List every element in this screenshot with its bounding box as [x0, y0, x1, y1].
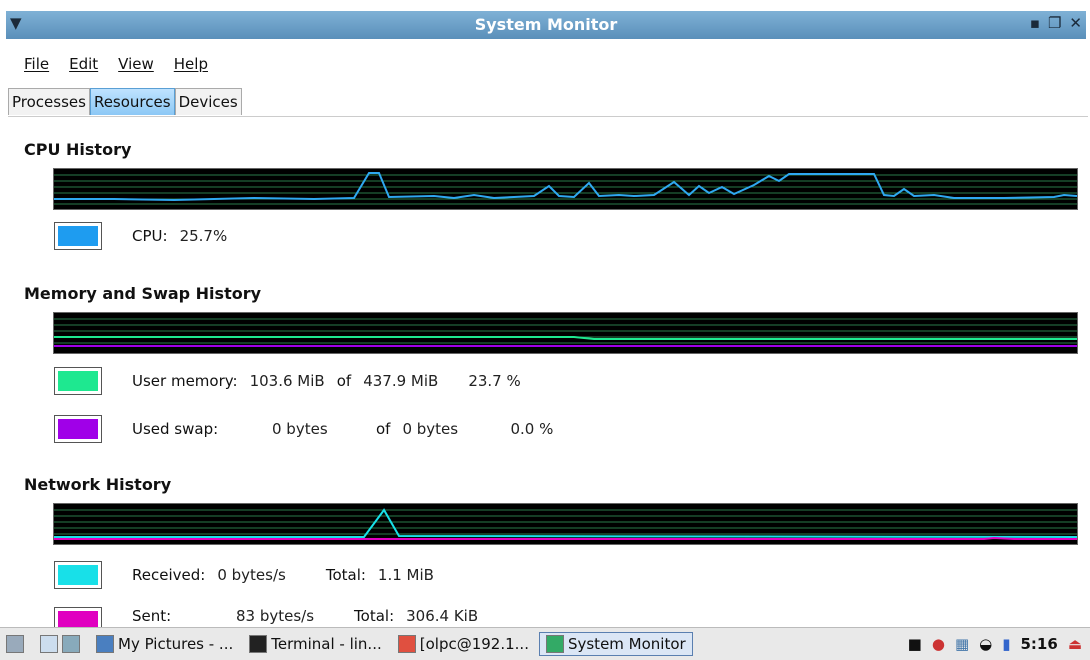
sent-rate: 83 bytes/s — [236, 607, 315, 625]
taskbar-item-pictures[interactable]: My Pictures - ... — [90, 633, 239, 655]
sent-label: Sent: — [132, 607, 172, 625]
menubar: File Edit View Help — [24, 55, 208, 73]
user-memory-percent: 23.7 % — [468, 372, 521, 390]
cpu-history-title: CPU History — [24, 140, 132, 159]
system-monitor-icon — [545, 635, 564, 653]
record-icon[interactable]: ● — [932, 635, 945, 653]
swap-of: of — [376, 420, 391, 438]
window-title: System Monitor — [474, 15, 618, 34]
received-total-label: Total: — [325, 566, 366, 584]
taskbar-item-label: [olpc@192.1... — [419, 635, 529, 653]
tab-resources[interactable]: Resources — [89, 88, 175, 115]
taskbar-item-ssh[interactable]: [olpc@192.1... — [392, 633, 535, 655]
swap-used: 0 bytes — [272, 420, 328, 438]
terminal-icon — [249, 635, 268, 653]
taskbar: My Pictures - ... Terminal - lin... [olp… — [0, 627, 1090, 660]
swap-percent: 0.0 % — [510, 420, 554, 438]
system-tray: ■ ● ▦ ◒ ▮ 5:16 ⏏ — [908, 635, 1090, 653]
show-desktop-button[interactable] — [0, 633, 30, 655]
received-legend: Received: 0 bytes/s Total: 1.1 MiB — [54, 561, 434, 589]
user-memory-color-swatch[interactable] — [54, 367, 102, 395]
ftp-icon — [397, 635, 416, 653]
user-memory-used: 103.6 MiB — [249, 372, 325, 390]
taskbar-item-label: System Monitor — [567, 635, 686, 653]
received-line — [54, 508, 1077, 538]
network-icon[interactable]: ▦ — [955, 635, 969, 653]
cpu-color-swatch[interactable] — [54, 222, 102, 250]
minimize-icon[interactable]: ▪ — [1030, 14, 1040, 32]
taskbar-item-label: Terminal - lin... — [271, 635, 382, 653]
menu-file[interactable]: File — [24, 55, 49, 73]
tab-processes[interactable]: Processes — [8, 88, 90, 115]
swap-color-swatch[interactable] — [54, 415, 102, 443]
launcher-button[interactable] — [34, 633, 86, 655]
user-memory-total: 437.9 MiB — [363, 372, 439, 390]
swap-total: 0 bytes — [402, 420, 459, 438]
network-graph — [53, 503, 1078, 545]
logout-icon[interactable]: ⏏ — [1068, 635, 1082, 653]
sent-total-label: Total: — [354, 607, 395, 625]
taskbar-item-terminal[interactable]: Terminal - lin... — [243, 633, 388, 655]
tray-icon[interactable]: ■ — [908, 635, 922, 653]
battery-icon[interactable]: ▮ — [1002, 635, 1010, 653]
sent-legend: Sent: 83 bytes/s Total: 306.4 KiB — [54, 607, 478, 627]
memory-graph — [53, 312, 1078, 354]
received-color-swatch[interactable] — [54, 561, 102, 589]
file-manager-icon — [62, 635, 80, 653]
clock[interactable]: 5:16 — [1021, 635, 1058, 653]
sent-line — [54, 536, 1077, 540]
taskbar-item-label: My Pictures - ... — [118, 635, 234, 653]
network-history-title: Network History — [24, 475, 172, 494]
cpu-legend: CPU: 25.7% — [54, 222, 227, 250]
desktop-icon — [6, 635, 24, 653]
sent-color-swatch[interactable] — [54, 607, 102, 627]
received-total: 1.1 MiB — [377, 566, 434, 584]
swap-label: Used swap: — [132, 420, 219, 438]
folder-icon — [96, 635, 114, 653]
received-rate: 0 bytes/s — [217, 566, 286, 584]
tab-divider — [8, 116, 1088, 117]
menu-view[interactable]: View — [118, 55, 154, 73]
taskbar-item-system-monitor[interactable]: System Monitor — [538, 632, 693, 656]
user-memory-label: User memory: — [132, 372, 238, 390]
window-titlebar[interactable]: ▼ System Monitor ▪ ❐ ✕ — [6, 11, 1086, 39]
close-icon[interactable]: ✕ — [1069, 14, 1082, 32]
user-memory-of: of — [336, 372, 352, 390]
tab-bar: Processes Resources Devices — [8, 88, 242, 115]
user-memory-legend: User memory: 103.6 MiB of 437.9 MiB 23.7… — [54, 367, 521, 395]
menu-edit[interactable]: Edit — [69, 55, 98, 73]
wifi-icon[interactable]: ◒ — [979, 635, 992, 653]
sent-total: 306.4 KiB — [406, 607, 479, 625]
swap-legend: Used swap: 0 bytes of 0 bytes 0.0 % — [54, 415, 553, 443]
menu-help[interactable]: Help — [174, 55, 208, 73]
received-label: Received: — [132, 566, 206, 584]
cpu-value: 25.7% — [179, 227, 228, 245]
tab-devices[interactable]: Devices — [174, 88, 242, 115]
window-list-icon — [40, 635, 58, 653]
memory-history-title: Memory and Swap History — [24, 284, 262, 303]
cpu-graph — [53, 168, 1078, 210]
cpu-label: CPU: — [132, 227, 168, 245]
maximize-icon[interactable]: ❐ — [1048, 14, 1061, 32]
